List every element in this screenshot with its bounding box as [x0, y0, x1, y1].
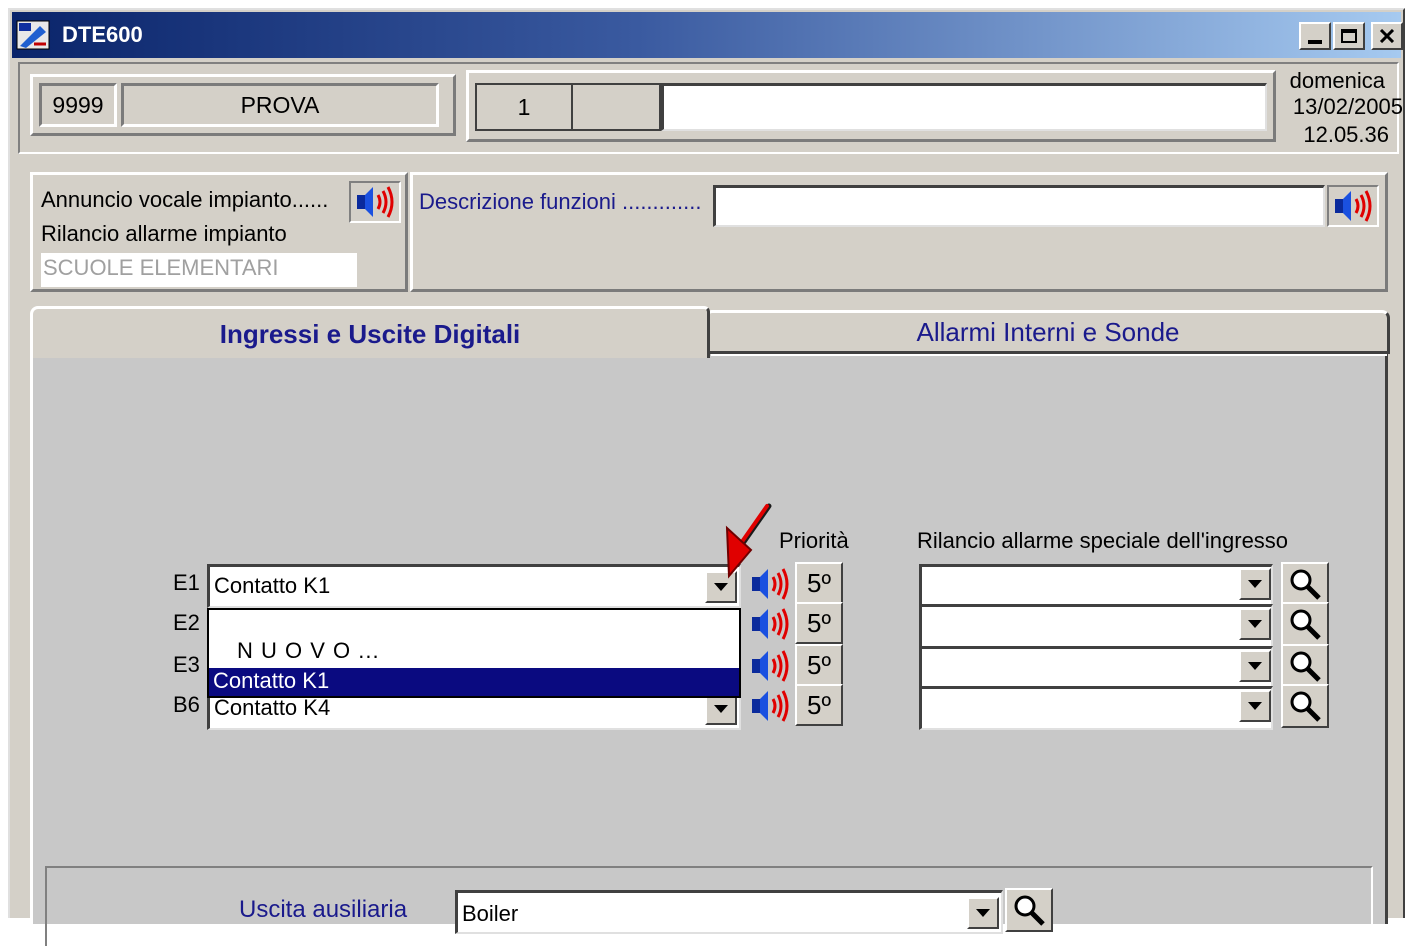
header-strip: 9999 PROVA 1 domenica 13/02/2005 12.05.3…	[18, 62, 1403, 154]
magnifier-icon	[1290, 569, 1321, 600]
date-text: 13/02/2005	[1292, 94, 1403, 119]
special-relaunch-dropdown-button[interactable]	[1239, 568, 1271, 600]
chevron-down-icon	[1248, 620, 1262, 628]
search-button[interactable]	[1281, 562, 1329, 606]
chevron-down-icon	[1248, 662, 1262, 670]
day-text: domenica	[1289, 68, 1385, 93]
search-button[interactable]	[1281, 644, 1329, 688]
alarm-relaunch-label: Rilancio allarme impianto	[41, 221, 287, 246]
blank-field	[573, 83, 661, 131]
plant-code: 9999	[39, 83, 117, 127]
functions-panel: Descrizione funzioni .............	[410, 172, 1388, 292]
speaker-button[interactable]	[745, 602, 795, 646]
chevron-down-icon	[714, 705, 728, 713]
speaker-icon	[752, 690, 789, 722]
magnifier-icon	[1290, 651, 1321, 682]
speaker-icon	[1335, 190, 1372, 222]
minimize-icon	[1308, 40, 1322, 44]
functions-description-field[interactable]	[713, 185, 1325, 227]
aux-dropdown-button[interactable]	[967, 897, 999, 929]
voice-announcement-button[interactable]	[349, 181, 401, 223]
magnifier-icon	[1290, 609, 1321, 640]
header-description-field	[661, 83, 1267, 131]
special-relaunch-select[interactable]	[919, 686, 1273, 730]
input-select-value: Contatto K4	[214, 695, 331, 720]
tab-panel: Priorità Rilancio allarme speciale dell'…	[30, 354, 1388, 946]
chevron-down-icon	[1248, 702, 1262, 710]
aux-output-group: Uscita ausiliaria Boiler	[45, 866, 1373, 946]
close-button[interactable]	[1371, 22, 1403, 50]
chevron-down-icon	[714, 583, 728, 591]
voice-announcement-label: Annuncio vocale impianto......	[41, 187, 329, 212]
tab-allarmi-interni-sonde[interactable]: Allarmi Interni e Sonde	[706, 310, 1390, 354]
speaker-button[interactable]	[745, 684, 795, 728]
functions-description-label: Descrizione funzioni .............	[419, 189, 702, 214]
special-relaunch-header: Rilancio allarme speciale dell'ingresso	[917, 528, 1289, 553]
functions-speaker-button[interactable]	[1327, 185, 1379, 227]
speaker-icon	[357, 186, 394, 218]
speaker-icon	[752, 608, 789, 640]
input-label: E1	[173, 570, 200, 595]
special-relaunch-dropdown-button[interactable]	[1239, 690, 1271, 722]
priority-header: Priorità	[779, 528, 849, 553]
chevron-down-icon	[1248, 580, 1262, 588]
magnifier-icon	[1014, 895, 1045, 926]
special-relaunch-select[interactable]	[919, 604, 1273, 648]
aux-output-value: Boiler	[462, 901, 519, 926]
plant-name: PROVA	[121, 83, 439, 127]
red-arrow-icon	[725, 503, 772, 579]
minimize-button[interactable]	[1299, 22, 1331, 50]
input-select[interactable]: Contatto K1	[207, 564, 741, 608]
title-bar[interactable]: DTE600	[12, 12, 1403, 58]
priority-button[interactable]: 5º	[795, 562, 843, 604]
special-relaunch-dropdown-button[interactable]	[1239, 608, 1271, 640]
tab-panel-top-edge	[711, 354, 1387, 356]
app-icon	[16, 20, 50, 50]
alarm-relaunch-field[interactable]: SCUOLE ELEMENTARI	[41, 253, 357, 287]
special-relaunch-dropdown-button[interactable]	[1239, 650, 1271, 682]
number-field: 1	[475, 83, 573, 131]
magnifier-icon	[1290, 691, 1321, 722]
speaker-icon	[752, 650, 789, 682]
search-button[interactable]	[1281, 684, 1329, 728]
special-relaunch-select[interactable]	[919, 646, 1273, 690]
number-group: 1	[466, 70, 1276, 142]
special-relaunch-select[interactable]	[919, 564, 1273, 608]
dropdown-option-selected[interactable]: Contatto K1	[209, 668, 739, 696]
dropdown-list: N U O V O ... Contatto K1	[207, 608, 741, 698]
input-label: E3	[173, 652, 200, 677]
tab-ingressi-uscite-digitali[interactable]: Ingressi e Uscite Digitali	[30, 306, 710, 358]
aux-search-button[interactable]	[1005, 888, 1053, 932]
dropdown-option-nuovo[interactable]: N U O V O ...	[237, 640, 380, 662]
search-button[interactable]	[1281, 602, 1329, 646]
input-label: B6	[173, 692, 200, 717]
priority-button[interactable]: 5º	[795, 602, 843, 644]
priority-button[interactable]: 5º	[795, 644, 843, 686]
input-label: E2	[173, 610, 200, 635]
input-select-value: Contatto K1	[214, 573, 331, 598]
speaker-button[interactable]	[745, 644, 795, 688]
chevron-down-icon	[976, 909, 990, 917]
close-icon	[1379, 29, 1395, 43]
aux-output-select[interactable]: Boiler	[455, 890, 1003, 934]
time-text: 12.05.36	[1303, 122, 1389, 147]
maximize-button[interactable]	[1333, 22, 1365, 50]
priority-button[interactable]: 5º	[795, 684, 843, 726]
maximize-icon	[1341, 29, 1357, 43]
window: DTE600 9999 PROVA 1 domenica 13/02/2005 …	[8, 8, 1405, 946]
plant-group: 9999 PROVA	[30, 74, 456, 136]
aux-output-label: Uscita ausiliaria	[239, 896, 408, 923]
plant-info-panel: Annuncio vocale impianto...... Rilancio …	[30, 172, 408, 292]
window-title: DTE600	[62, 22, 143, 47]
